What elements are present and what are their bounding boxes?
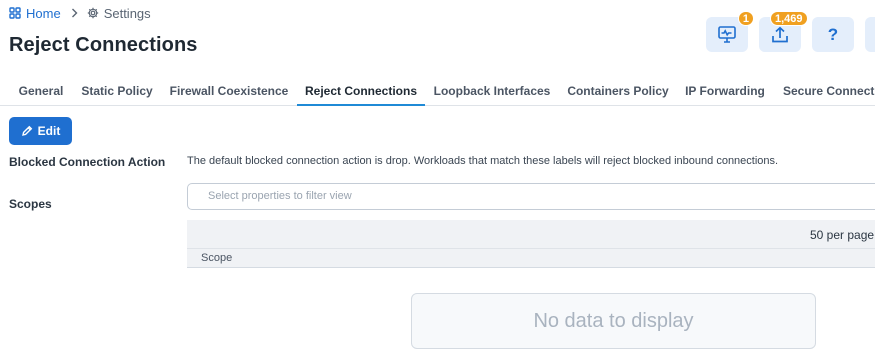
gear-icon (87, 7, 98, 19)
tab-ip-forwarding[interactable]: IP Forwarding (677, 75, 773, 106)
tab-static-policy[interactable]: Static Policy (73, 75, 161, 106)
tab-secure-connect[interactable]: Secure Connect (773, 75, 875, 106)
breadcrumb-current: Settings (87, 6, 151, 21)
user-menu-button[interactable] (865, 17, 875, 52)
tab-containers-policy[interactable]: Containers Policy (559, 75, 677, 106)
per-page-selector[interactable]: 50 per page (810, 228, 874, 242)
edit-button[interactable]: Edit (9, 117, 72, 145)
monitor-health-icon (718, 26, 736, 43)
grid-header: 50 per page Scope (187, 220, 875, 268)
scopes-label: Scopes (9, 197, 52, 211)
empty-state-message: No data to display (533, 309, 694, 332)
tab-loopback-interfaces[interactable]: Loopback Interfaces (425, 75, 559, 106)
tab-reject-connections[interactable]: Reject Connections (297, 75, 425, 106)
upload-icon (772, 26, 788, 42)
help-icon: ? (827, 24, 839, 44)
breadcrumb-home-label[interactable]: Home (26, 6, 61, 21)
help-button[interactable]: ? (812, 17, 854, 52)
blocked-action-label: Blocked Connection Action (9, 155, 166, 169)
page-title: Reject Connections (9, 34, 198, 56)
health-button[interactable]: 1 (706, 11, 754, 52)
column-header-scope[interactable]: Scope (201, 252, 232, 264)
filter-input[interactable]: Select properties to filter view (187, 183, 875, 210)
filter-placeholder: Select properties to filter view (208, 190, 352, 202)
breadcrumb: Home Settings (9, 5, 151, 21)
tab-firewall-coexistence[interactable]: Firewall Coexistence (161, 75, 297, 106)
provision-badge: 1,469 (770, 11, 808, 26)
home-grid-icon (9, 7, 21, 19)
tab-general[interactable]: General (9, 75, 73, 106)
breadcrumb-home-link[interactable]: Home (9, 6, 61, 21)
edit-button-label[interactable]: Edit (38, 124, 61, 138)
chevron-right-icon (71, 8, 78, 18)
breadcrumb-current-label: Settings (103, 5, 151, 21)
empty-state: No data to display (411, 293, 816, 349)
health-badge: 1 (737, 11, 754, 26)
tab-bar: General Static Policy Firewall Coexisten… (0, 75, 875, 106)
grid-divider (187, 248, 875, 249)
provision-button[interactable]: 1,469 (759, 11, 808, 52)
blocked-action-value: The default blocked connection action is… (187, 155, 779, 167)
pencil-icon (21, 125, 32, 136)
